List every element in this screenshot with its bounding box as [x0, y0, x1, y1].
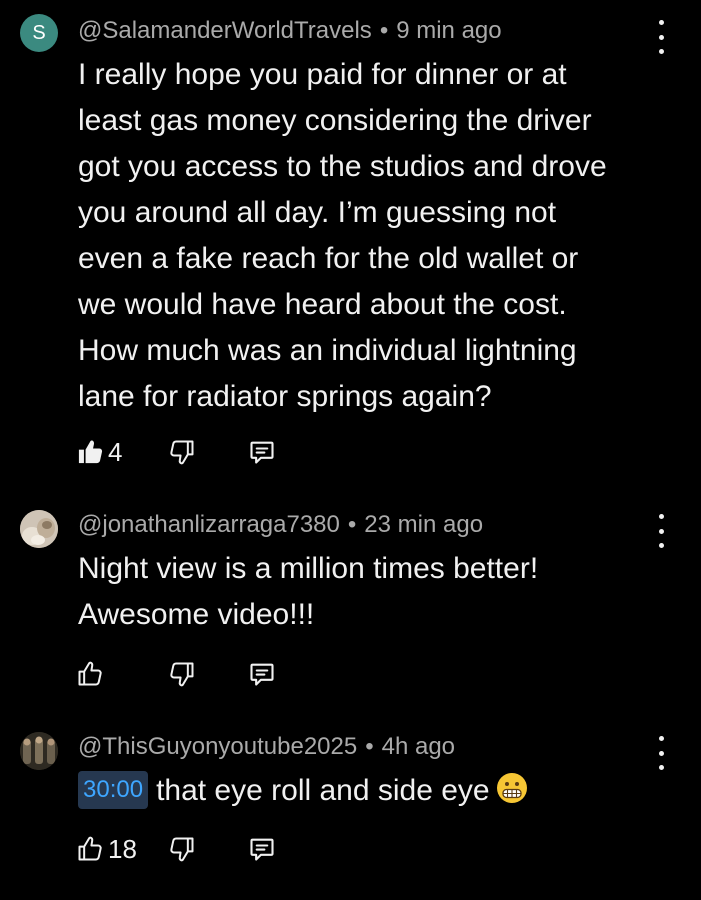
like-count: 18 [108, 834, 137, 864]
avatar[interactable]: S [20, 14, 58, 52]
meta-separator: • [379, 17, 389, 44]
more-options-icon[interactable] [650, 736, 672, 770]
thumbs-up-filled-icon [76, 438, 104, 466]
avatar[interactable] [20, 510, 58, 548]
avatar-image [20, 510, 58, 548]
dislike-button[interactable] [168, 657, 196, 691]
comment-line: Awesome video!!! [78, 598, 315, 631]
like-button[interactable] [76, 657, 104, 691]
comment-line: I really hope you paid for dinner or at [78, 58, 567, 91]
author-handle[interactable]: @jonathanlizarraga7380 [78, 511, 340, 538]
like-count: 4 [108, 437, 123, 467]
more-options-icon[interactable] [650, 514, 672, 548]
meta-separator: • [347, 511, 357, 538]
comment-header: @SalamanderWorldTravels • 9 min ago [78, 17, 502, 45]
comment-time: 9 min ago [396, 17, 502, 44]
comment-line: got you access to the studios and drove [78, 150, 607, 183]
comment-line: least gas money considering the driver [78, 104, 592, 137]
reply-icon [248, 438, 276, 466]
grimacing-face-icon [496, 772, 528, 818]
like-button[interactable]: 18 [76, 832, 137, 866]
comment-line: 30:00 that eye roll and side eye [78, 768, 678, 818]
comment-line-text: that eye roll and side eye [156, 774, 490, 807]
comment-text: 30:00 that eye roll and side eye [78, 768, 678, 818]
thumbs-down-icon [168, 438, 196, 466]
meta-separator: • [365, 733, 374, 760]
more-options-icon[interactable] [650, 20, 672, 54]
comment-time: 4h ago [381, 733, 456, 760]
comment-header: @jonathanlizarraga7380 • 23 min ago [78, 511, 483, 539]
thumbs-up-icon [76, 660, 104, 688]
comment-header: @ThisGuyonyoutube2025 • 4h ago [78, 733, 455, 761]
avatar-image [20, 732, 58, 770]
dislike-button[interactable] [168, 435, 196, 469]
thumbs-up-icon [76, 835, 104, 863]
reply-button[interactable] [248, 832, 276, 866]
thumbs-down-icon [168, 835, 196, 863]
like-button[interactable]: 4 [76, 435, 122, 469]
comment-line: even a fake reach for the old wallet or [78, 242, 579, 275]
comment-text: I really hope you paid for dinner or at … [78, 52, 678, 420]
dislike-button[interactable] [168, 832, 196, 866]
comment-line: you around all day. I’m guessing not [78, 196, 557, 229]
author-handle[interactable]: @SalamanderWorldTravels [78, 17, 372, 44]
comment-text: Night view is a million times better! Aw… [78, 546, 678, 638]
comment-time: 23 min ago [364, 511, 484, 538]
comment-line: lane for radiator springs again? [78, 380, 492, 413]
thumbs-down-icon [168, 660, 196, 688]
comment-line: How much was an individual lightning [78, 334, 577, 367]
comment-line: we would have heard about the cost. [78, 288, 567, 321]
avatar[interactable] [20, 732, 58, 770]
reply-button[interactable] [248, 657, 276, 691]
comment-line: Night view is a million times better! [78, 552, 539, 585]
timestamp-link[interactable]: 30:00 [78, 771, 149, 809]
reply-button[interactable] [248, 435, 276, 469]
author-handle[interactable]: @ThisGuyonyoutube2025 [78, 733, 357, 760]
reply-icon [248, 660, 276, 688]
reply-icon [248, 835, 276, 863]
